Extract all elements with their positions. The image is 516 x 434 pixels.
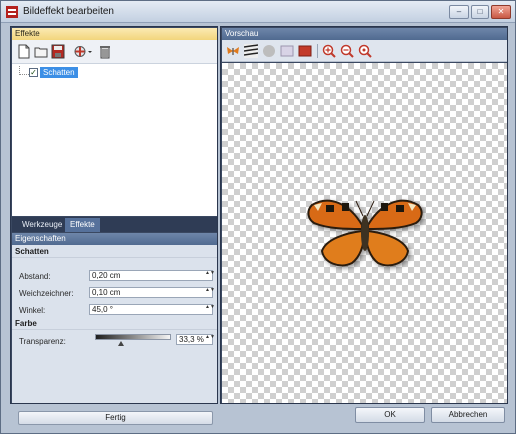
zoom-out-icon[interactable] [340, 44, 354, 58]
tree-item-shadow[interactable]: Schatten [40, 67, 78, 78]
transparency-label: Transparenz: [19, 337, 66, 346]
spin-arrows-icon[interactable]: ▲▼ [205, 335, 215, 344]
blur-spinbox[interactable]: 0,10 cm ▲▼ [89, 287, 215, 298]
light-rect-icon[interactable] [280, 44, 294, 58]
spin-arrows-icon[interactable]: ▲▼ [205, 288, 215, 297]
transparency-slider[interactable] [95, 334, 171, 340]
window-title: Bildeffekt bearbeiten [23, 6, 114, 17]
cancel-button[interactable]: Abbrechen [431, 407, 505, 423]
properties-panel: Eigenschaften Schatten Abstand: 0,20 cm … [12, 233, 217, 425]
zoom-reset-icon[interactable] [358, 44, 372, 58]
open-folder-icon[interactable] [34, 44, 48, 59]
transparency-slider-thumb[interactable] [118, 341, 124, 346]
blur-value: 0,10 cm [92, 288, 121, 297]
effects-panel: Effekte ✓ Schatten Werkzeuge Effekte Eig… [10, 26, 218, 425]
transparency-value: 33,3 % [179, 335, 204, 344]
maximize-button[interactable]: □ [471, 5, 489, 19]
tree-item-checkbox[interactable]: ✓ [29, 68, 38, 77]
section-shadow: Schatten [12, 246, 217, 258]
tab-bar: Werkzeuge Effekte [12, 217, 217, 232]
distance-label: Abstand: [19, 272, 51, 281]
effects-panel-header: Effekte [12, 28, 217, 40]
done-button[interactable]: Fertig [18, 411, 213, 425]
red-rect-icon[interactable] [298, 44, 312, 58]
properties-header: Eigenschaften [12, 233, 217, 245]
effects-tree: ✓ Schatten [12, 64, 217, 216]
app-icon [6, 6, 18, 18]
gray-circle-icon[interactable] [262, 44, 276, 58]
butterfly-image-icon[interactable] [226, 44, 240, 58]
zebra-pattern-icon[interactable] [244, 44, 258, 58]
toolbar-separator [317, 44, 318, 58]
title-bar[interactable]: Bildeffekt bearbeiten – □ ✕ [1, 1, 515, 23]
preview-panel: Vorschau [220, 26, 508, 404]
new-file-icon[interactable] [17, 44, 31, 59]
preview-toolbar [222, 40, 507, 62]
delete-trash-icon[interactable] [98, 44, 112, 59]
dialog-window: Bildeffekt bearbeiten – □ ✕ Effekte ✓ Sc… [0, 0, 516, 434]
distance-value: 0,20 cm [92, 271, 121, 280]
transparency-spinbox[interactable]: 33,3 % ▲▼ [176, 334, 215, 345]
spin-arrows-icon[interactable]: ▲▼ [205, 271, 215, 280]
butterfly-image [307, 199, 423, 267]
close-button[interactable]: ✕ [491, 5, 511, 19]
minimize-button[interactable]: – [449, 5, 469, 19]
preview-canvas[interactable] [222, 63, 507, 403]
angle-spinbox[interactable]: 45,0 ° ▲▼ [89, 304, 215, 315]
effects-toolbar [12, 40, 217, 64]
tree-connector [19, 66, 29, 75]
save-disk-icon[interactable] [51, 44, 65, 59]
angle-value: 45,0 ° [92, 305, 113, 314]
spin-arrows-icon[interactable]: ▲▼ [205, 305, 215, 314]
distance-spinbox[interactable]: 0,20 cm ▲▼ [89, 270, 215, 281]
tab-effekte[interactable]: Effekte [65, 218, 100, 232]
section-color: Farbe [12, 318, 217, 330]
add-effect-icon[interactable] [73, 44, 93, 59]
preview-header: Vorschau [222, 28, 507, 40]
blur-label: Weichzeichner: [19, 289, 74, 298]
angle-label: Winkel: [19, 306, 46, 315]
tab-werkzeuge[interactable]: Werkzeuge [17, 218, 67, 232]
zoom-in-icon[interactable] [322, 44, 336, 58]
ok-button[interactable]: OK [355, 407, 425, 423]
